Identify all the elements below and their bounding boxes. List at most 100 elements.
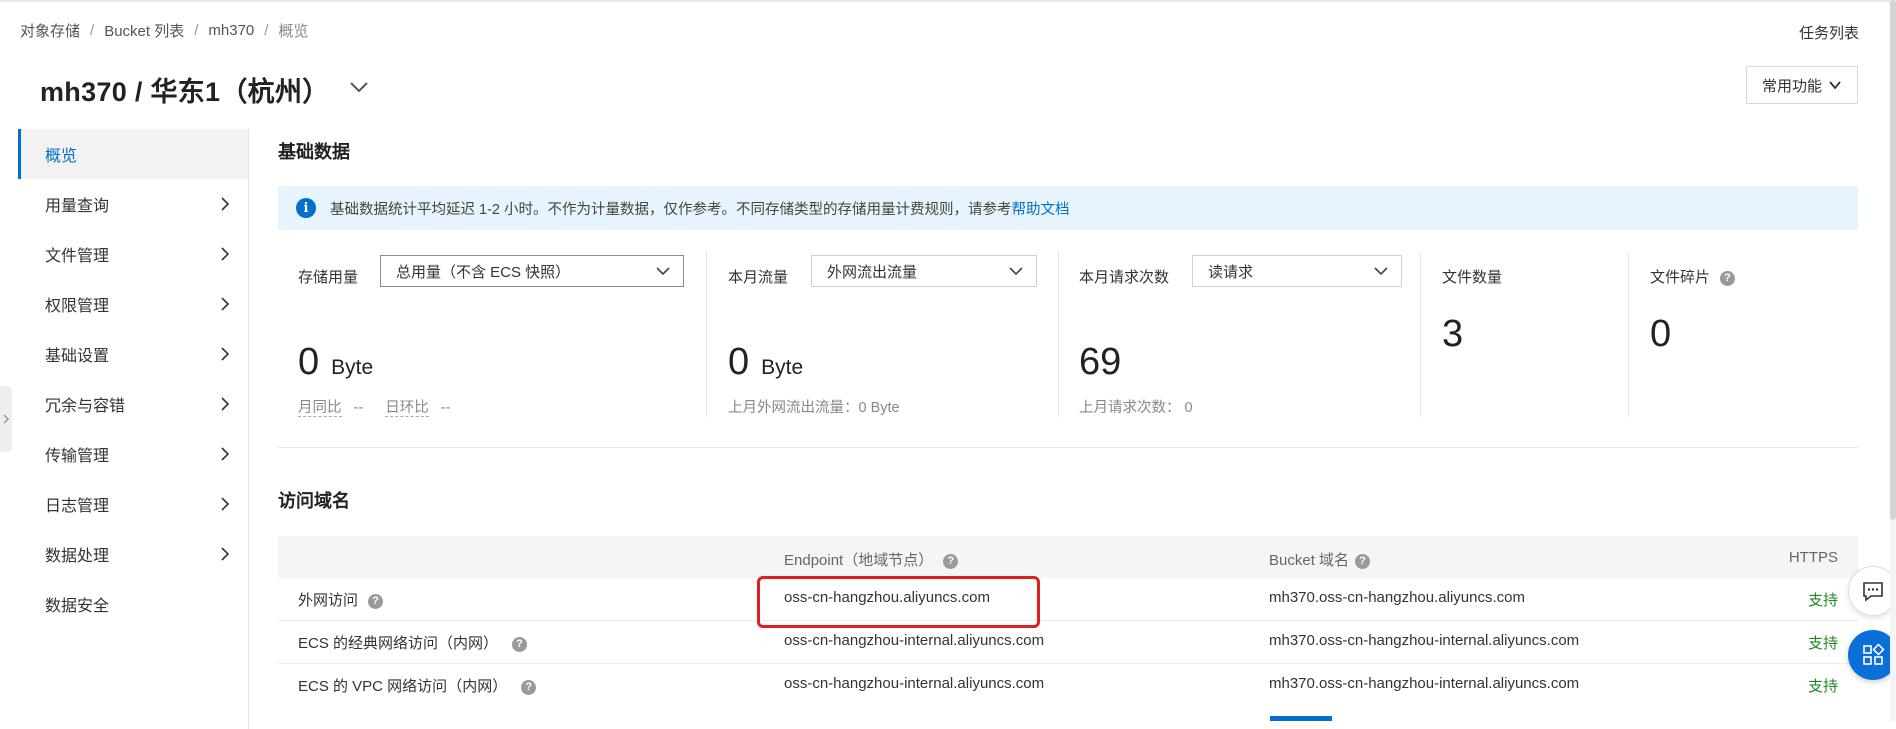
file-count-panel: 文件数量 3 bbox=[1442, 255, 1622, 415]
request-type-select[interactable]: 读请求 bbox=[1192, 255, 1402, 287]
table-row: ECS 的 VPC 网络访问（内网）? oss-cn-hangzhou-inte… bbox=[278, 664, 1858, 706]
storage-usage-select[interactable]: 总用量（不含 ECS 快照） bbox=[380, 255, 684, 287]
access-type-cell: ECS 的经典网络访问（内网）? bbox=[298, 632, 528, 653]
table-header: Endpoint（地域节点）? Bucket 域名? HTTPS bbox=[278, 536, 1858, 578]
traffic-type-select[interactable]: 外网流出流量 bbox=[811, 255, 1037, 287]
chevron-down-icon bbox=[1009, 267, 1023, 276]
divider bbox=[706, 252, 707, 417]
breadcrumb-object-storage[interactable]: 对象存储 bbox=[20, 20, 80, 41]
storage-usage-unit: Byte bbox=[331, 356, 374, 379]
feedback-button[interactable] bbox=[1848, 566, 1896, 616]
sidebar-item-file-management[interactable]: 文件管理 bbox=[18, 229, 248, 279]
storage-usage-value: 0 Byte bbox=[298, 341, 373, 384]
bucket-domain-cell[interactable]: mh370.oss-cn-hangzhou-internal.aliyuncs.… bbox=[1269, 632, 1579, 649]
help-icon[interactable]: ? bbox=[521, 679, 537, 695]
monthly-traffic-unit: Byte bbox=[761, 356, 804, 379]
breadcrumb-bucket-list[interactable]: Bucket 列表 bbox=[104, 20, 184, 41]
sidebar-item-label: 日志管理 bbox=[45, 498, 110, 515]
scrollbar[interactable] bbox=[1890, 0, 1896, 721]
sidebar-item-log-management[interactable]: 日志管理 bbox=[18, 479, 248, 529]
breadcrumb-bucket[interactable]: mh370 bbox=[208, 22, 254, 39]
table-row: ECS 的经典网络访问（内网）? oss-cn-hangzhou-interna… bbox=[278, 621, 1858, 664]
storage-usage-panel: 存储用量 总用量（不含 ECS 快照） 0 Byte 月同比 -- 日环比 -- bbox=[298, 255, 688, 417]
traffic-type-select-value: 外网流出流量 bbox=[827, 263, 918, 281]
endpoint-cell[interactable]: oss-cn-hangzhou.aliyuncs.com bbox=[784, 589, 990, 606]
scrollbar-thumb[interactable] bbox=[1890, 0, 1896, 520]
bucket-domain-cell[interactable]: mh370.oss-cn-hangzhou-internal.aliyuncs.… bbox=[1269, 675, 1579, 692]
basic-data-title: 基础数据 bbox=[278, 142, 350, 162]
sidebar-item-overview[interactable]: 概览 bbox=[18, 129, 248, 179]
access-type-label: ECS 的 VPC 网络访问（内网） bbox=[298, 678, 508, 695]
sidebar-item-transfer-management[interactable]: 传输管理 bbox=[18, 429, 248, 479]
chevron-down-icon bbox=[656, 267, 670, 276]
help-icon[interactable]: ? bbox=[368, 593, 384, 609]
access-type-cell: 外网访问? bbox=[298, 589, 384, 610]
section-divider bbox=[278, 447, 1858, 448]
access-type-label: 外网访问 bbox=[298, 592, 359, 609]
bucket-domain-cell[interactable]: mh370.oss-cn-hangzhou.aliyuncs.com bbox=[1269, 589, 1525, 606]
divider bbox=[1058, 252, 1059, 417]
endpoint-header-label: Endpoint（地域节点） bbox=[784, 552, 934, 569]
breadcrumb-separator: / bbox=[90, 22, 95, 39]
info-notice-text: 基础数据统计平均延迟 1-2 小时。不作为计量数据，仅作参考。不同存储类型的存储… bbox=[330, 201, 1012, 218]
chevron-down-icon bbox=[350, 82, 368, 93]
endpoint-header: Endpoint（地域节点）? bbox=[784, 549, 959, 570]
monthly-requests-label: 本月请求次数 bbox=[1079, 269, 1170, 286]
month-over-month-value: -- bbox=[353, 400, 364, 416]
sidebar-item-permission-management[interactable]: 权限管理 bbox=[18, 279, 248, 329]
last-month-requests: 上月请求次数： 0 bbox=[1079, 400, 1193, 416]
https-cell: 支持 bbox=[1807, 678, 1838, 695]
domains-table: Endpoint（地域节点）? Bucket 域名? HTTPS 外网访问? o… bbox=[278, 536, 1858, 706]
chevron-right-icon bbox=[221, 297, 230, 311]
divider bbox=[1420, 252, 1421, 417]
day-over-day-value: -- bbox=[440, 400, 451, 416]
endpoint-cell[interactable]: oss-cn-hangzhou-internal.aliyuncs.com bbox=[784, 675, 1044, 692]
sidebar-item-data-processing[interactable]: 数据处理 bbox=[18, 529, 248, 579]
chevron-right-icon bbox=[3, 414, 10, 424]
chat-icon bbox=[1863, 582, 1883, 602]
sidebar-collapse-handle[interactable] bbox=[0, 386, 12, 452]
divider bbox=[1628, 252, 1629, 417]
file-fragments-panel: 文件碎片? 0 bbox=[1650, 255, 1830, 415]
endpoint-cell[interactable]: oss-cn-hangzhou-internal.aliyuncs.com bbox=[784, 632, 1044, 649]
sidebar-item-redundancy[interactable]: 冗余与容错 bbox=[18, 379, 248, 429]
chevron-right-icon bbox=[221, 247, 230, 261]
partial-button[interactable] bbox=[1270, 716, 1332, 721]
monthly-requests-value: 69 bbox=[1079, 341, 1122, 383]
sidebar-item-basic-settings[interactable]: 基础设置 bbox=[18, 329, 248, 379]
access-type-label: ECS 的经典网络访问（内网） bbox=[298, 635, 499, 652]
day-over-day-label[interactable]: 日环比 bbox=[385, 400, 429, 417]
sidebar-item-label: 权限管理 bbox=[45, 298, 110, 315]
common-functions-button[interactable]: 常用功能 bbox=[1746, 66, 1858, 104]
sidebar-item-data-security[interactable]: 数据安全 bbox=[18, 579, 248, 629]
breadcrumb-separator: / bbox=[264, 22, 269, 39]
file-fragments-value: 0 bbox=[1650, 313, 1672, 355]
month-over-month-label[interactable]: 月同比 bbox=[298, 400, 342, 417]
monthly-traffic-number: 0 bbox=[728, 341, 750, 383]
https-header: HTTPS bbox=[1788, 549, 1838, 566]
apps-button[interactable] bbox=[1848, 630, 1896, 680]
sidebar-item-usage-query[interactable]: 用量查询 bbox=[18, 179, 248, 229]
help-icon[interactable]: ? bbox=[1720, 270, 1736, 286]
chevron-right-icon bbox=[221, 547, 230, 561]
sidebar-item-label: 传输管理 bbox=[45, 448, 110, 465]
breadcrumb-separator: / bbox=[194, 22, 199, 39]
https-cell: 支持 bbox=[1807, 592, 1838, 609]
sidebar-item-label: 基础设置 bbox=[45, 348, 110, 365]
chevron-right-icon bbox=[221, 397, 230, 411]
monthly-traffic-value: 0 Byte bbox=[728, 341, 803, 384]
sidebar: 概览 用量查询 文件管理 权限管理 基础设置 冗余与容错 传输管理 日志管理 数… bbox=[18, 129, 249, 729]
page-title: mh370 / 华东1（杭州） bbox=[40, 77, 330, 107]
https-cell: 支持 bbox=[1807, 635, 1838, 652]
task-list-link[interactable]: 任务列表 bbox=[1799, 22, 1859, 43]
top-border bbox=[0, 0, 1896, 2]
file-fragments-label: 文件碎片 bbox=[1650, 269, 1711, 286]
help-icon[interactable]: ? bbox=[943, 553, 959, 569]
help-icon[interactable]: ? bbox=[1355, 553, 1371, 569]
help-doc-link[interactable]: 帮助文档 bbox=[1012, 198, 1070, 219]
bucket-switch-button[interactable] bbox=[346, 74, 372, 100]
sidebar-item-label: 概览 bbox=[45, 148, 78, 165]
help-icon[interactable]: ? bbox=[512, 636, 528, 652]
monthly-requests-panel: 本月请求次数 读请求 69 上月请求次数： 0 bbox=[1079, 255, 1402, 416]
sidebar-item-label: 冗余与容错 bbox=[45, 398, 126, 415]
